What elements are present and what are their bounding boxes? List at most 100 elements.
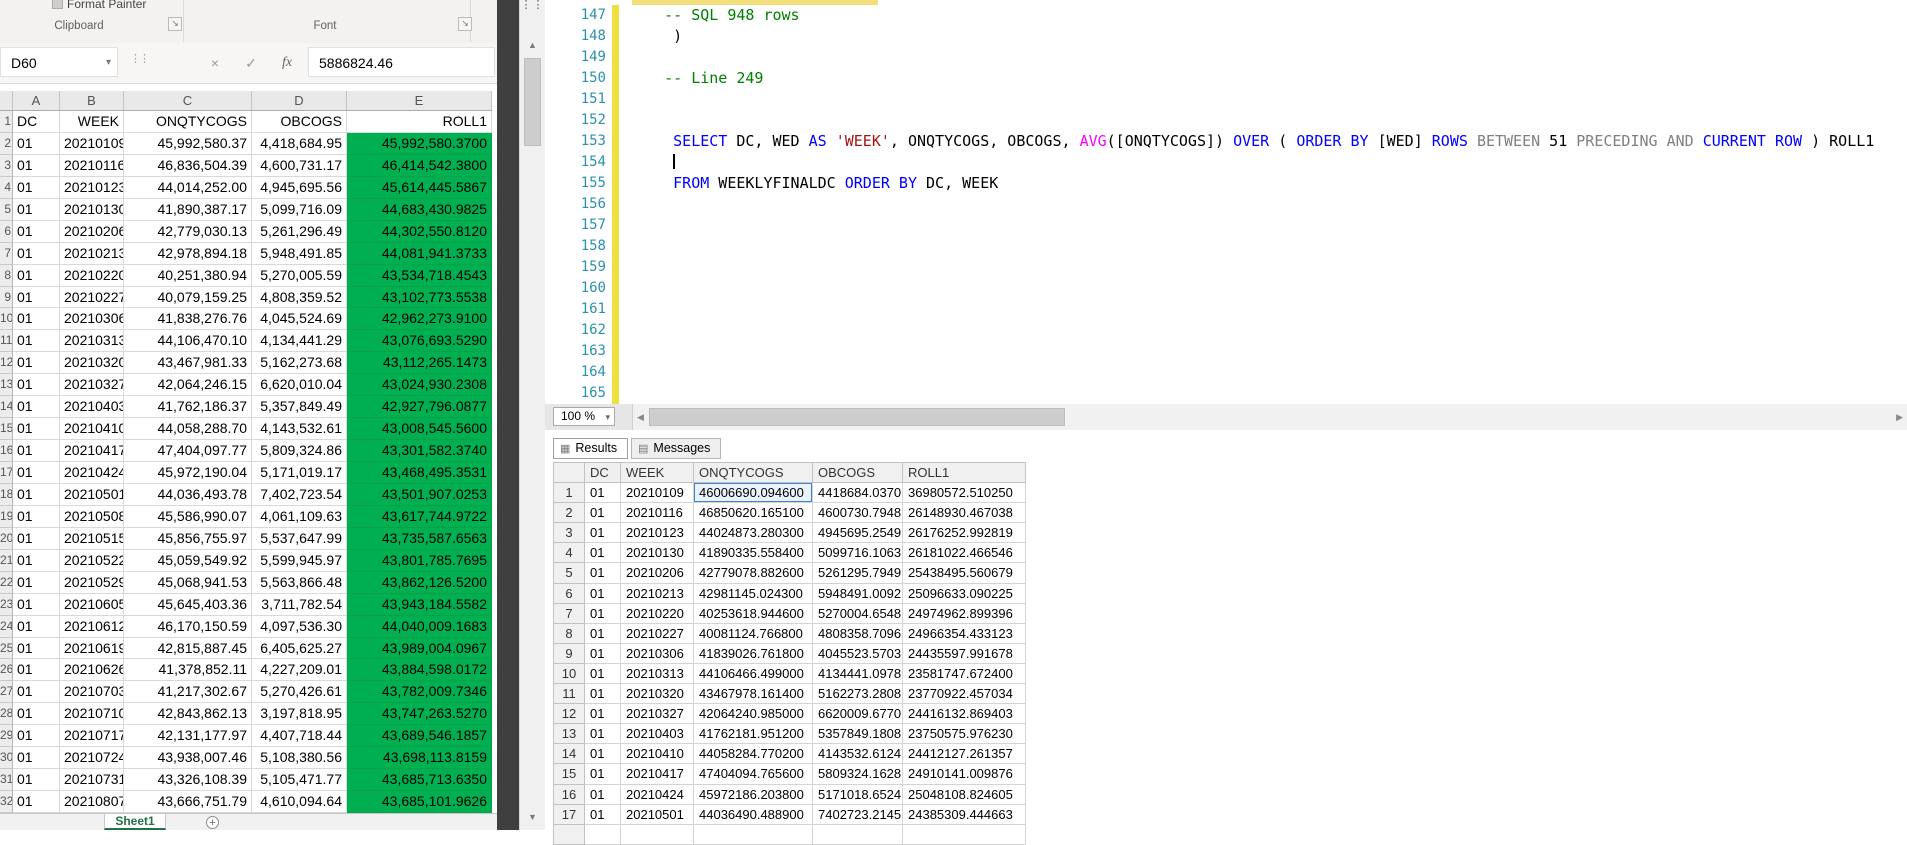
results-cell[interactable]: 01 bbox=[585, 663, 621, 685]
results-cell[interactable]: 24385309.444663 bbox=[903, 804, 1026, 825]
results-row-number[interactable]: 15 bbox=[554, 764, 585, 785]
code-line[interactable]: 150 -- Line 249 bbox=[545, 68, 1907, 89]
excel-cell[interactable]: 43,024,930.2308 bbox=[347, 374, 492, 397]
excel-cell[interactable]: 44,081,941.3733 bbox=[347, 242, 492, 265]
excel-cell[interactable]: 42,779,030.13 bbox=[124, 220, 252, 243]
excel-cell[interactable]: 20210313 bbox=[60, 330, 124, 353]
excel-cell[interactable]: 45,992,580.37 bbox=[124, 132, 252, 155]
code-text[interactable] bbox=[619, 299, 628, 320]
results-cell[interactable]: 41890335.558400 bbox=[694, 543, 813, 564]
results-cell[interactable]: 24910141.009876 bbox=[903, 764, 1026, 785]
excel-cell[interactable]: 4,418,684.95 bbox=[252, 132, 347, 155]
excel-cell[interactable]: 4,227,209.01 bbox=[252, 659, 347, 682]
results-cell[interactable]: 40081124.766800 bbox=[694, 623, 813, 644]
results-cell[interactable]: 01 bbox=[585, 643, 621, 664]
results-cell[interactable]: 23750575.976230 bbox=[903, 724, 1026, 745]
results-cell[interactable]: 01 bbox=[585, 764, 621, 785]
excel-cell[interactable]: 43,689,546.1857 bbox=[347, 725, 492, 748]
code-text[interactable] bbox=[619, 215, 628, 236]
code-line[interactable]: 148 ) bbox=[545, 26, 1907, 47]
code-line[interactable]: 162 bbox=[545, 320, 1907, 341]
enter-button[interactable]: ✓ bbox=[238, 51, 264, 75]
excel-cell[interactable]: 01 bbox=[13, 659, 60, 682]
excel-cell[interactable]: 45,068,941.53 bbox=[124, 571, 252, 594]
results-column-header[interactable]: ROLL1 bbox=[903, 463, 1026, 484]
results-cell[interactable]: 5261295.7949 bbox=[813, 563, 903, 584]
excel-cell[interactable]: 44,106,470.10 bbox=[124, 330, 252, 353]
code-line[interactable]: 159 bbox=[545, 257, 1907, 278]
results-cell[interactable]: 42779078.882600 bbox=[694, 563, 813, 584]
excel-cell[interactable]: 20210220 bbox=[60, 264, 124, 287]
excel-cell[interactable]: 01 bbox=[13, 374, 60, 397]
excel-cell[interactable]: 42,978,894.18 bbox=[124, 242, 252, 265]
code-line[interactable]: 157 bbox=[545, 215, 1907, 236]
code-line[interactable]: 164 bbox=[545, 362, 1907, 383]
excel-cell[interactable]: 42,927,796.0877 bbox=[347, 396, 492, 419]
excel-cell[interactable]: 4,045,524.69 bbox=[252, 308, 347, 331]
results-cell[interactable]: 44106466.499000 bbox=[694, 663, 813, 685]
results-cell[interactable]: 42981145.024300 bbox=[694, 583, 813, 604]
results-cell[interactable]: 01 bbox=[585, 684, 621, 705]
excel-row-number[interactable]: 20 bbox=[0, 527, 13, 550]
results-cell[interactable] bbox=[813, 824, 903, 845]
excel-cell[interactable]: 01 bbox=[13, 176, 60, 199]
results-cell[interactable]: 24974962.899396 bbox=[903, 603, 1026, 624]
excel-row-number[interactable]: 6 bbox=[0, 220, 13, 243]
code-text[interactable] bbox=[619, 341, 628, 362]
excel-cell[interactable]: 20210724 bbox=[60, 747, 124, 770]
excel-grid[interactable]: 1 DC WEEK ONQTYCOGS OBCOGS ROLL1 2 01 20210109 45… bbox=[0, 111, 492, 813]
code-text[interactable] bbox=[619, 383, 628, 404]
excel-cell[interactable]: 20210403 bbox=[60, 396, 124, 419]
results-cell[interactable]: 01 bbox=[585, 744, 621, 765]
excel-cell[interactable]: 01 bbox=[13, 725, 60, 748]
excel-cell[interactable]: 43,698,113.8159 bbox=[347, 747, 492, 770]
excel-row-number[interactable]: 30 bbox=[0, 747, 13, 770]
excel-cell[interactable]: 01 bbox=[13, 352, 60, 375]
excel-cell[interactable]: 01 bbox=[13, 154, 60, 177]
excel-cell[interactable]: 01 bbox=[13, 615, 60, 638]
results-row-number[interactable]: 6 bbox=[554, 583, 585, 604]
excel-cell[interactable]: 20210710 bbox=[60, 703, 124, 726]
excel-cell[interactable]: 01 bbox=[13, 703, 60, 726]
results-row-number[interactable]: 3 bbox=[554, 523, 585, 544]
excel-cell[interactable]: 20210410 bbox=[60, 418, 124, 441]
results-cell[interactable]: 44024873.280300 bbox=[694, 523, 813, 544]
excel-cell[interactable]: 43,989,004.0967 bbox=[347, 637, 492, 660]
excel-cell[interactable]: 43,467,981.33 bbox=[124, 352, 252, 375]
excel-cell[interactable]: 20210227 bbox=[60, 286, 124, 309]
excel-cell[interactable]: 45,059,549.92 bbox=[124, 549, 252, 572]
results-cell[interactable]: 20210320 bbox=[621, 684, 694, 705]
code-text[interactable] bbox=[619, 278, 628, 299]
excel-cell[interactable]: 46,170,150.59 bbox=[124, 615, 252, 638]
results-cell[interactable]: 24435597.991678 bbox=[903, 643, 1026, 664]
excel-cell[interactable]: 4,407,718.44 bbox=[252, 725, 347, 748]
excel-cell[interactable]: 42,131,177.97 bbox=[124, 725, 252, 748]
sheet-tab-sheet1[interactable]: Sheet1 bbox=[104, 814, 166, 830]
results-cell[interactable]: 40253618.944600 bbox=[694, 603, 813, 624]
excel-cell[interactable]: 5,357,849.49 bbox=[252, 396, 347, 419]
results-column-header[interactable]: DC bbox=[585, 463, 621, 484]
excel-cell[interactable]: 43,747,263.5270 bbox=[347, 703, 492, 726]
results-cell[interactable]: 5357849.1808 bbox=[813, 724, 903, 745]
results-row-number[interactable]: 8 bbox=[554, 623, 585, 644]
excel-cell[interactable]: 41,378,852.11 bbox=[124, 659, 252, 682]
code-line[interactable]: 147 -- SQL 948 rows bbox=[545, 5, 1907, 26]
results-grid[interactable]: DC WEEK ONQTYCOGS OBCOGS ROLL1 1 01 20210109 460… bbox=[553, 462, 1026, 845]
excel-cell[interactable]: 20210605 bbox=[60, 593, 124, 616]
results-cell[interactable]: 4143532.6124 bbox=[813, 744, 903, 765]
excel-row-number[interactable]: 3 bbox=[0, 154, 13, 177]
splitter-dots-icon[interactable]: ⋮⋮ bbox=[520, 0, 545, 11]
results-cell[interactable]: 44036490.488900 bbox=[694, 804, 813, 825]
code-text[interactable] bbox=[619, 89, 628, 110]
results-cell[interactable]: 01 bbox=[585, 523, 621, 544]
excel-cell[interactable]: 4,134,441.29 bbox=[252, 330, 347, 353]
results-cell[interactable]: 20210403 bbox=[621, 724, 694, 745]
excel-cell[interactable]: 01 bbox=[13, 681, 60, 704]
excel-cell[interactable]: 01 bbox=[13, 791, 60, 813]
excel-cell[interactable]: 41,762,186.37 bbox=[124, 396, 252, 419]
excel-cell[interactable]: 44,014,252.00 bbox=[124, 176, 252, 199]
excel-cell[interactable]: 20210206 bbox=[60, 220, 124, 243]
excel-cell[interactable]: 5,563,866.48 bbox=[252, 571, 347, 594]
excel-cell[interactable]: 20210619 bbox=[60, 637, 124, 660]
results-cell[interactable]: 5099716.1063 bbox=[813, 543, 903, 564]
